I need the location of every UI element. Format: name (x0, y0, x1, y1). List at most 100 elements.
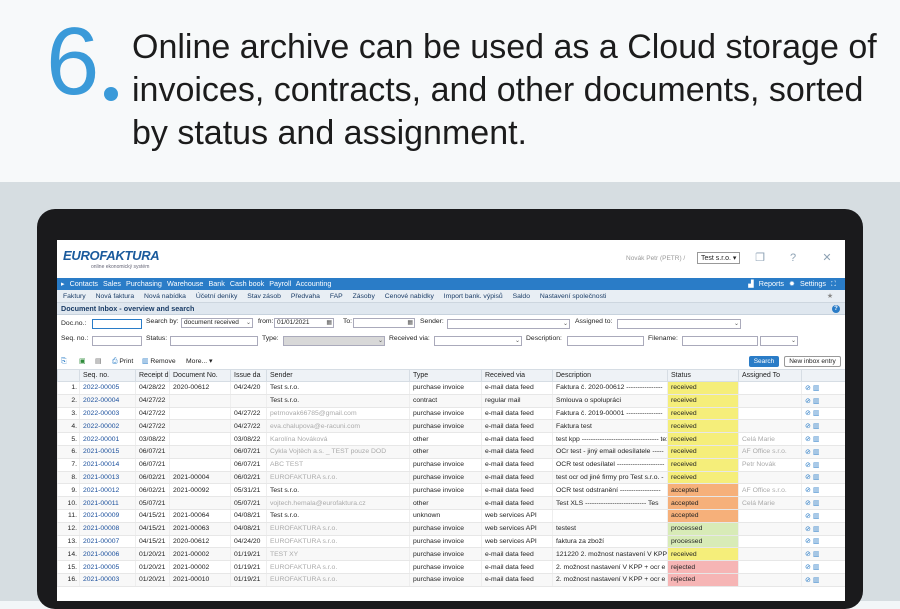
menu-cash-book[interactable]: Cash book (230, 279, 264, 288)
quick-link-predvaha[interactable]: Předvaha (291, 293, 320, 300)
table-row[interactable]: 9. 2021-00012 06/02/21 2021-00092 05/31/21 Te… (57, 483, 845, 498)
paperclip-icon[interactable]: ⊘ (805, 436, 813, 443)
seq-no-link[interactable]: 2021-00012 (79, 483, 136, 498)
menu-toggle-icon[interactable]: ▸ (61, 279, 65, 288)
question-icon[interactable]: ? (832, 305, 840, 313)
menu-settings[interactable]: Settings (800, 279, 826, 288)
quick-link-nastaveni[interactable]: Nastavení společnosti (540, 293, 607, 300)
quick-link-stav-zasob[interactable]: Stav zásob (247, 293, 281, 300)
table-row[interactable]: 13. 2021-00007 04/15/21 2020-00612 04/24/20 E… (57, 535, 845, 549)
quick-link-nova-faktura[interactable]: Nová faktura (96, 293, 135, 300)
seq-no-input[interactable] (92, 336, 142, 346)
menu-bank[interactable]: Bank (208, 279, 224, 288)
table-row[interactable]: 1. 2022-00005 04/28/22 2020-00612 04/24/20 Te… (57, 381, 845, 395)
table-row[interactable]: 5. 2022-00001 03/08/22 03/08/22 Karolína Nov… (57, 432, 845, 446)
seq-no-link[interactable]: 2022-00003 (79, 407, 136, 421)
paperclip-icon[interactable]: ⊘ (805, 423, 813, 430)
company-select[interactable]: Test s.r.o. ▾ (697, 252, 741, 264)
paperclip-icon[interactable]: ⊘ (805, 487, 813, 494)
seq-no-link[interactable]: 2021-00003 (79, 573, 136, 587)
new-inbox-button[interactable]: New inbox entry (784, 356, 841, 367)
quick-link-faktury[interactable]: Faktury (63, 293, 86, 300)
table-row[interactable]: 16. 2021-00003 01/20/21 2021-00010 01/19/21 E… (57, 573, 845, 587)
menu-contacts[interactable]: Contacts (70, 279, 98, 288)
menu-payroll[interactable]: Payroll (269, 279, 291, 288)
trash-icon[interactable]: ▥ (813, 538, 820, 545)
quick-link-import-bank[interactable]: Import bank. výpisů (444, 293, 503, 300)
seq-no-link[interactable]: 2021-00011 (79, 496, 136, 510)
trash-icon[interactable]: ▥ (813, 551, 820, 558)
col-status[interactable]: Status (667, 369, 739, 382)
seq-no-link[interactable]: 2021-00009 (79, 509, 136, 523)
search-button[interactable]: Search (749, 356, 779, 367)
col-assigned-to[interactable]: Assigned To (738, 369, 802, 382)
col-issue-date[interactable]: Issue da (230, 369, 267, 382)
remove-button[interactable]: ▥ Remove (142, 355, 176, 369)
table-row[interactable]: 14. 2021-00006 01/20/21 2021-00002 01/19/21 T… (57, 547, 845, 562)
excel-icon[interactable]: ▣ (79, 355, 85, 369)
seq-no-link[interactable]: 2021-00008 (79, 522, 136, 536)
paperclip-icon[interactable]: ⊘ (805, 538, 813, 545)
seq-no-link[interactable]: 2021-00007 (79, 535, 136, 549)
trash-icon[interactable]: ▥ (813, 423, 820, 430)
table-row[interactable]: 3. 2022-00003 04/27/22 04/27/22 petrnovak667… (57, 407, 845, 421)
seq-no-link[interactable]: 2021-00013 (79, 471, 136, 485)
quick-link-fap[interactable]: FAP (330, 293, 343, 300)
trash-icon[interactable]: ▥ (813, 577, 820, 584)
menu-accounting[interactable]: Accounting (296, 279, 332, 288)
filename-extra-select[interactable]: ⌄ (760, 336, 798, 346)
trash-icon[interactable]: ▥ (813, 436, 820, 443)
paperclip-icon[interactable]: ⊘ (805, 462, 813, 469)
col-document-no[interactable]: Document No. (169, 369, 231, 382)
paperclip-icon[interactable]: ⊘ (805, 577, 813, 584)
seq-no-link[interactable]: 2022-00004 (79, 394, 136, 408)
table-row[interactable]: 11. 2021-00009 04/15/21 2021-00064 04/08/21 T… (57, 509, 845, 523)
from-date-input[interactable]: 01/01/2021 ▦ (274, 318, 334, 328)
to-date-input[interactable]: ▦ (353, 318, 415, 328)
seq-no-link[interactable]: 2022-00005 (79, 381, 136, 395)
menu-reports[interactable]: Reports (759, 279, 784, 288)
export-icon[interactable]: ⎘ (61, 355, 66, 369)
help-icon[interactable]: ? (786, 251, 800, 265)
seq-no-link[interactable]: 2021-00005 (79, 560, 136, 574)
quick-link-cenove-nabidky[interactable]: Cenové nabídky (385, 293, 434, 300)
table-row[interactable]: 6. 2021-00015 06/07/21 06/07/21 Cykla Vojtěc… (57, 445, 845, 459)
paperclip-icon[interactable]: ⊘ (805, 474, 813, 481)
trash-icon[interactable]: ▥ (813, 564, 820, 571)
seq-no-link[interactable]: 2022-00002 (79, 419, 136, 434)
seq-no-link[interactable]: 2022-00001 (79, 432, 136, 446)
document-icon[interactable]: ▤ (95, 355, 101, 369)
menu-warehouse[interactable]: Warehouse (167, 279, 204, 288)
trash-icon[interactable]: ▥ (813, 462, 820, 469)
quick-link-nova-nabidka[interactable]: Nová nabídka (144, 293, 186, 300)
type-select[interactable]: ⌄ (283, 336, 385, 346)
trash-icon[interactable]: ▥ (813, 500, 820, 507)
search-by-select[interactable]: document received ⌄ (181, 318, 253, 328)
close-icon[interactable]: ✕ (820, 251, 834, 265)
assigned-to-select[interactable]: ⌄ (617, 319, 741, 329)
table-row[interactable]: 7. 2021-00014 06/07/21 06/07/21 ABC TEST purc… (57, 458, 845, 472)
description-input[interactable] (567, 336, 644, 346)
sender-select[interactable]: ⌄ (447, 319, 570, 329)
seq-no-link[interactable]: 2021-00006 (79, 547, 136, 562)
paperclip-icon[interactable]: ⊘ (805, 398, 813, 405)
doc-no-input[interactable] (92, 319, 142, 329)
paperclip-icon[interactable]: ⊘ (805, 526, 813, 533)
col-receipt-date[interactable]: Receipt d (135, 369, 170, 382)
col-description[interactable]: Description (552, 369, 668, 382)
quick-link-ucetni-deniky[interactable]: Účetní deníky (196, 293, 238, 300)
trash-icon[interactable]: ▥ (813, 487, 820, 494)
menu-sales[interactable]: Sales (103, 279, 121, 288)
seq-no-link[interactable]: 2021-00014 (79, 458, 136, 472)
col-received-via[interactable]: Received via (481, 369, 553, 382)
trash-icon[interactable]: ▥ (813, 449, 820, 456)
paperclip-icon[interactable]: ⊘ (805, 500, 813, 507)
menu-purchasing[interactable]: Purchasing (126, 279, 162, 288)
paperclip-icon[interactable]: ⊘ (805, 551, 813, 558)
quick-link-saldo[interactable]: Saldo (513, 293, 530, 300)
col-sender[interactable]: Sender (266, 369, 410, 382)
star-icon[interactable]: ★ (827, 290, 833, 303)
col-seq-no[interactable]: Seq. no. (79, 369, 136, 382)
trash-icon[interactable]: ▥ (813, 513, 820, 520)
fullscreen-icon[interactable]: ⛶ (831, 279, 836, 288)
